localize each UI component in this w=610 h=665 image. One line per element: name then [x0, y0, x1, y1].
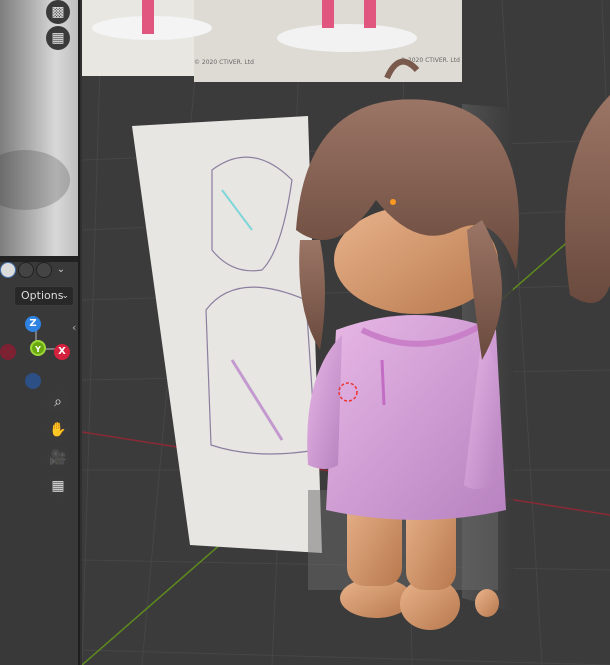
- camera-view-icon[interactable]: ▩: [46, 0, 70, 24]
- solid-shading-button[interactable]: [0, 262, 16, 278]
- gizmo-z-axis[interactable]: Z: [25, 316, 41, 332]
- blender-workspace: ▩ ▦ ⌄ Options ⌄ ‹ Z X Y ⌕ ✋ 🎥 ▦ © 2020 C…: [0, 0, 610, 665]
- gizmo-y-axis[interactable]: Y: [30, 340, 46, 356]
- hair-fragment-right: [565, 95, 610, 303]
- ortho-grid-icon[interactable]: ▦: [46, 474, 70, 498]
- scene-canvas: © 2020 CTIVER. Ltd © 2020 CTIVER. Ltd: [82, 0, 610, 665]
- chevron-down-icon: ⌄: [61, 291, 69, 301]
- gizmo-neg-x-axis[interactable]: [0, 344, 16, 360]
- main-3d-viewport[interactable]: © 2020 CTIVER. Ltd © 2020 CTIVER. Ltd: [82, 0, 610, 665]
- options-dropdown[interactable]: Options ⌄: [14, 286, 74, 306]
- sketch-reference-plane: [132, 116, 322, 553]
- object-origin: [390, 199, 396, 205]
- shading-mode-group: ⌄: [0, 262, 78, 278]
- gizmo-neg-z-axis[interactable]: [25, 373, 41, 389]
- left-viewport[interactable]: ▩ ▦ ⌄ Options ⌄ ‹ Z X Y ⌕ ✋ 🎥 ▦: [0, 0, 80, 665]
- pan-hand-icon[interactable]: ✋: [46, 418, 70, 442]
- ortho-grid-icon[interactable]: ▦: [46, 26, 70, 50]
- gizmo-x-axis[interactable]: X: [54, 344, 70, 360]
- material-preview-button[interactable]: [18, 262, 34, 278]
- camera-view-icon[interactable]: 🎥: [46, 446, 70, 470]
- shading-dropdown-icon[interactable]: ⌄: [54, 262, 68, 278]
- top-reference-images: © 2020 CTIVER. Ltd © 2020 CTIVER. Ltd: [82, 0, 462, 82]
- zoom-icon[interactable]: ⌕: [46, 390, 70, 414]
- rendered-shading-button[interactable]: [36, 262, 52, 278]
- options-label: Options: [21, 289, 64, 302]
- sidebar-toggle-icon[interactable]: ‹: [72, 321, 76, 334]
- reference-copyright-left: © 2020 CTIVER. Ltd: [194, 59, 254, 66]
